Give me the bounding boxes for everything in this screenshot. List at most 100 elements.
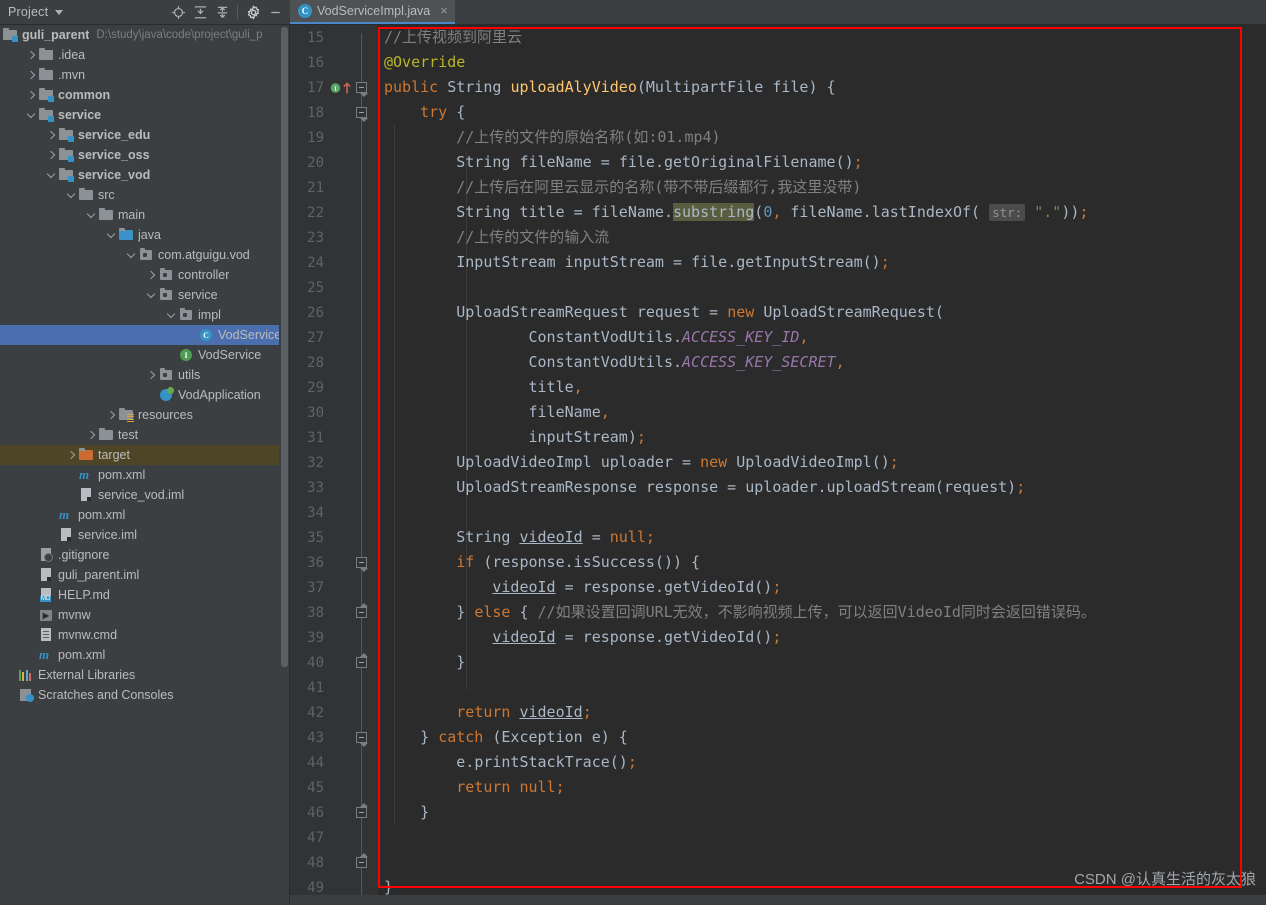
code-canvas[interactable]: //上传视频到阿里云 @Override public String uploadA… xyxy=(378,25,1266,905)
sidebar-item-mvnw[interactable]: ▶ mvnw xyxy=(0,605,289,625)
sidebar-item-src[interactable]: src xyxy=(0,185,289,205)
gutter-line: 26 xyxy=(290,300,378,325)
chevron-down-icon[interactable] xyxy=(55,9,64,15)
chevron-right-icon[interactable] xyxy=(106,410,117,421)
folder-icon xyxy=(98,207,114,223)
scrollbar-thumb[interactable] xyxy=(281,27,288,667)
sidebar-item-target[interactable]: target xyxy=(0,445,289,465)
locate-icon[interactable] xyxy=(167,1,189,23)
sidebar-item-guli-parent-iml[interactable]: guli_parent.iml xyxy=(0,565,289,585)
sidebar-item-impl[interactable]: impl xyxy=(0,305,289,325)
sidebar-item-service-oss[interactable]: service_oss xyxy=(0,145,289,165)
sidebar-item-vodserviceimpl[interactable]: C VodServiceImpl xyxy=(0,325,289,345)
sidebar-item-pom-xml[interactable]: m pom.xml xyxy=(0,505,289,525)
project-panel-title[interactable]: Project xyxy=(8,5,48,19)
chevron-right-icon[interactable] xyxy=(46,130,57,141)
chevron-down-icon[interactable] xyxy=(46,170,57,181)
chevron-down-icon[interactable] xyxy=(166,310,177,321)
java-class-icon: C xyxy=(298,3,312,18)
sidebar-item-test[interactable]: test xyxy=(0,425,289,445)
chevron-right-icon[interactable] xyxy=(26,50,37,61)
sidebar-item-scratches-and-consoles[interactable]: Scratches and Consoles xyxy=(0,685,289,705)
sidebar-item-mvnw-cmd[interactable]: mvnw.cmd xyxy=(0,625,289,645)
code-line: videoId = response.getVideoId(); xyxy=(492,628,782,646)
gutter-line: 33 xyxy=(290,475,378,500)
chevron-right-icon[interactable] xyxy=(146,370,157,381)
chevron-down-icon[interactable] xyxy=(126,250,137,261)
code-editor[interactable]: 15 16 17 I 18 19 20 21 22 23 24 25 26 27 28 29 30 31 32 33 3… xyxy=(290,25,1266,905)
sidebar-item-utils[interactable]: utils xyxy=(0,365,289,385)
collapse-all-icon[interactable] xyxy=(211,1,233,23)
code-line: @Override xyxy=(384,53,466,71)
fold-toggle-icon[interactable] xyxy=(356,603,369,618)
chevron-right-icon[interactable] xyxy=(86,430,97,441)
sidebar-item-vodapplication[interactable]: VodApplication xyxy=(0,385,289,405)
sidebar-item-mvn[interactable]: .mvn xyxy=(0,65,289,85)
sidebar-item-java[interactable]: java xyxy=(0,225,289,245)
line-number: 20 xyxy=(307,154,324,171)
shell-script-icon: ▶ xyxy=(38,607,54,623)
chevron-right-icon[interactable] xyxy=(26,90,37,101)
chevron-right-icon[interactable] xyxy=(146,270,157,281)
gutter-line: 44 xyxy=(290,750,378,775)
sidebar-item-idea[interactable]: .idea xyxy=(0,45,289,65)
sidebar-item-gitignore[interactable]: .gitignore xyxy=(0,545,289,565)
line-number: 28 xyxy=(307,354,324,371)
sidebar-item-controller[interactable]: controller xyxy=(0,265,289,285)
fold-toggle-icon[interactable] xyxy=(356,853,369,868)
sidebar-item-service[interactable]: service xyxy=(0,105,289,125)
fold-toggle-icon[interactable] xyxy=(356,653,369,668)
tree-row-label: impl xyxy=(198,308,221,322)
sidebar-item-external-libraries[interactable]: External Libraries xyxy=(0,665,289,685)
sidebar-item-service-vod-iml[interactable]: service_vod.iml xyxy=(0,485,289,505)
tab-vodserviceimpl[interactable]: C VodServiceImpl.java × xyxy=(290,0,455,24)
expand-all-icon[interactable] xyxy=(189,1,211,23)
minimize-icon[interactable] xyxy=(264,1,286,23)
fold-toggle-icon[interactable] xyxy=(356,732,369,747)
tree-row-label: HELP.md xyxy=(58,588,110,602)
implements-method-icon[interactable]: I xyxy=(330,75,352,100)
sidebar-item-service-iml[interactable]: service.iml xyxy=(0,525,289,545)
sidebar-item-com-atguigu-vod[interactable]: com.atguigu.vod xyxy=(0,245,289,265)
line-number: 23 xyxy=(307,229,324,246)
editor-gutter[interactable]: 15 16 17 I 18 19 20 21 22 23 24 25 26 27 28 29 30 31 32 33 3… xyxy=(290,25,378,905)
tree-row-label: common xyxy=(58,88,111,102)
fold-toggle-icon[interactable] xyxy=(356,82,369,97)
chevron-down-icon[interactable] xyxy=(86,210,97,221)
fold-toggle-icon[interactable] xyxy=(356,803,369,818)
sidebar-item-pom-xml[interactable]: m pom.xml xyxy=(0,645,289,665)
sidebar-item-service-edu[interactable]: service_edu xyxy=(0,125,289,145)
chevron-down-icon[interactable] xyxy=(146,290,157,301)
sidebar-item-resources[interactable]: resources xyxy=(0,405,289,425)
close-icon[interactable]: × xyxy=(440,4,448,17)
project-tree-scrollbar[interactable] xyxy=(279,25,289,905)
sidebar-item-common[interactable]: common xyxy=(0,85,289,105)
sidebar-item-service[interactable]: service xyxy=(0,285,289,305)
chevron-down-icon[interactable] xyxy=(106,230,117,241)
source-code[interactable]: //上传视频到阿里云 @Override public String uploadA… xyxy=(384,25,1096,905)
chevron-down-icon[interactable] xyxy=(26,110,37,121)
sidebar-item-help-md[interactable]: HELP.md xyxy=(0,585,289,605)
watermark: CSDN @认真生活的灰太狼 xyxy=(1074,871,1256,888)
fold-toggle-icon[interactable] xyxy=(356,557,369,572)
chevron-right-icon[interactable] xyxy=(26,70,37,81)
iml-icon xyxy=(78,487,94,503)
chevron-down-icon[interactable] xyxy=(66,190,77,201)
fold-toggle-icon[interactable] xyxy=(356,107,369,122)
sidebar-item-vodservice[interactable]: I VodService xyxy=(0,345,289,365)
sidebar-item-service-vod[interactable]: service_vod xyxy=(0,165,289,185)
tree-row-label: service xyxy=(58,108,102,122)
sidebar-item-pom-xml[interactable]: m pom.xml xyxy=(0,465,289,485)
tree-row-root[interactable]: guli_parent D:\study\java\code\project\gu… xyxy=(0,25,289,45)
line-number: 35 xyxy=(307,529,324,546)
chevron-right-icon[interactable] xyxy=(46,150,57,161)
sidebar-item-main[interactable]: main xyxy=(0,205,289,225)
project-tree[interactable]: guli_parent D:\study\java\code\project\gu… xyxy=(0,25,290,905)
chevron-right-icon[interactable] xyxy=(66,450,77,461)
gear-icon[interactable] xyxy=(242,1,264,23)
tree-row-label: service_edu xyxy=(78,128,151,142)
